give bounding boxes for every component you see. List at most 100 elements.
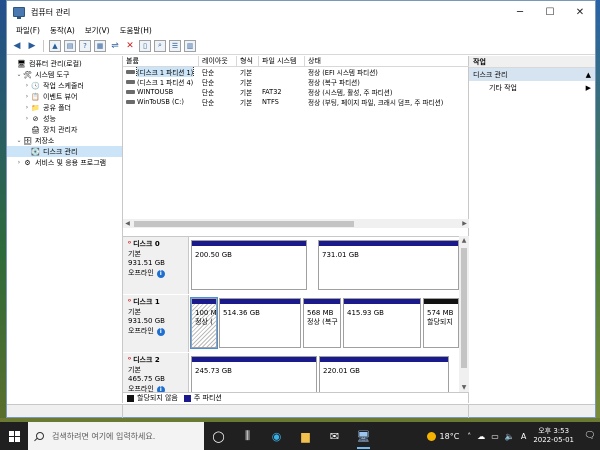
menu-action[interactable]: 동작(A) [45,25,80,36]
tree-item-event-viewer[interactable]: › 📋 이벤트 뷰어 [7,91,122,102]
forward-arrow-icon[interactable]: ▶ [26,40,38,52]
mail-icon[interactable]: ✉ [320,422,349,450]
list-view-icon[interactable]: ☰ [169,39,181,52]
start-button[interactable] [0,422,28,450]
close-button[interactable]: ✕ [565,1,595,23]
partition[interactable]: 514.36 GB [219,298,301,348]
table-row[interactable]: WinToUSB (C:) 단순 기본 NTFS 정상 (부팅, 페이지 파일,… [123,97,469,107]
column-header-type[interactable]: 형식 [237,56,259,66]
onedrive-icon[interactable]: ☁ [477,432,485,441]
volume-type: 기본 [240,79,253,87]
widgets-icon[interactable]: ⫼ [233,422,262,450]
volume-status: 정상 (시스템, 활성, 주 파티션) [308,89,393,97]
partition[interactable]: 100 M 정상 ( [190,297,218,349]
tree-item-computer-management-local[interactable]: 🖥 컴퓨터 관리(로컬) [7,58,122,69]
tree-item-device-manager[interactable]: 🖨 장치 관리자 [7,124,122,135]
properties-icon[interactable]: ▦ [94,39,106,52]
volume-name: (디스크 1 파티션 4) [137,79,194,87]
task-view-icon[interactable]: ◯ [204,422,233,450]
maximize-button[interactable]: ☐ [535,1,565,23]
partition-size: 100 M [195,309,217,317]
partition[interactable]: 731.01 GB [318,240,459,290]
column-header-status[interactable]: 상태 [305,56,469,66]
input-method-indicator[interactable]: A [521,432,526,441]
offline-indicator-icon: ⁰ [128,298,132,306]
scroll-down-icon[interactable]: ▼ [459,384,469,391]
title-bar[interactable]: 컴퓨터 관리 ─ ☐ ✕ [7,1,595,23]
info-icon[interactable]: i [156,269,165,278]
notification-icon[interactable]: 🗨 [580,431,600,441]
tree-item-disk-management[interactable]: 💽 디스크 관리 [7,146,122,157]
tree-item-system-tools[interactable]: ⌄ 🛠 시스템 도구 [7,69,122,80]
partition[interactable]: 220.01 GB [319,356,449,392]
tree-item-services-and-applications[interactable]: › ⚙ 서비스 및 응용 프로그램 [7,157,122,168]
scroll-right-icon[interactable]: ▶ [460,220,469,227]
scroll-up-icon[interactable]: ▲ [459,237,469,244]
unallocated-space[interactable]: 574 MB 할당되지 [423,298,459,348]
volume-file-system: FAT32 [262,88,282,96]
menu-file[interactable]: 파일(F) [11,25,45,36]
partition-color-bar [304,299,340,304]
chevron-down-icon[interactable]: ⌄ [15,71,23,78]
scrollbar-thumb[interactable] [134,220,354,227]
scroll-left-icon[interactable]: ◀ [123,220,132,227]
disk-kind: 기본 [128,249,141,258]
actions-section-disk-management[interactable]: 디스크 관리 ▲ [469,68,595,81]
table-row[interactable]: WINTOUSB 단순 기본 FAT32 정상 (시스템, 활성, 주 파티션) [123,87,469,97]
partition-color-bar [220,299,300,304]
file-explorer-icon[interactable]: ▆ [291,422,320,450]
tree-item-shared-folders[interactable]: › 📁 공유 폴더 [7,102,122,113]
chevron-right-icon[interactable]: › [23,82,31,89]
partition[interactable]: 245.73 GB [191,356,317,392]
chevron-up-icon[interactable]: ˄ [467,432,471,441]
help-icon[interactable]: ? [79,39,91,52]
column-header-volume[interactable]: 볼륨 [123,56,199,66]
new-document-icon[interactable]: ▯ [139,39,151,52]
tree-item-performance[interactable]: › ⊘ 성능 [7,113,122,124]
connect-icon[interactable]: ⇌ [109,40,121,52]
up-folder-icon[interactable]: ▲ [49,39,61,52]
volume-type: 기본 [240,89,253,97]
menu-help[interactable]: 도움말(H) [115,25,157,36]
computer-management-taskbar-icon[interactable]: 🖥 [349,422,378,450]
taskbar-search-box[interactable]: 검색하려면 여기에 입력하세요. [28,422,204,450]
partition[interactable]: 568 MB 정상 (복구 [303,298,341,348]
chevron-right-icon[interactable]: › [23,115,31,122]
action-more-actions[interactable]: 기타 작업 ▶ [469,81,595,94]
info-icon[interactable]: i [156,327,165,336]
delete-icon[interactable]: ✕ [124,40,136,52]
vertical-scrollbar[interactable]: ▲ ▼ [459,236,469,392]
chevron-right-icon[interactable]: › [23,104,31,111]
detail-view-icon[interactable]: ▥ [184,39,196,52]
scrollbar-thumb[interactable] [461,248,467,368]
taskbar: 검색하려면 여기에 입력하세요. ◯ ⫼ ◉ ▆ ✉ 🖥 18°C ˄ ☁ ▭ … [0,422,600,450]
edge-browser-icon[interactable]: ◉ [262,422,291,450]
partition[interactable]: 415.93 GB [343,298,421,348]
minimize-button[interactable]: ─ [505,1,535,23]
tree-item-storage[interactable]: ⌄ 🗄 저장소 [7,135,122,146]
horizontal-scrollbar[interactable]: ◀ ▶ [123,219,469,228]
tree-item-label: 서비스 및 응용 프로그램 [35,158,107,167]
clock[interactable]: 오후 3:53 2022-05-01 [533,427,574,445]
tree-item-task-scheduler[interactable]: › 🕓 작업 스케줄러 [7,80,122,91]
chevron-right-icon[interactable]: › [23,93,31,100]
network-icon[interactable]: ▭ [491,432,499,441]
table-row[interactable]: (디스크 1 파티션 4) 단순 기본 정상 (복구 파티션) [123,77,469,87]
disk-label[interactable]: ⁰ 디스크 0 기본 931.51 GB 오프라인 i [123,237,189,294]
menu-view[interactable]: 보기(V) [80,25,115,36]
partition[interactable]: 200.50 GB [191,240,307,290]
collapse-arrow-icon[interactable]: ▲ [586,71,591,79]
chevron-right-icon[interactable]: › [15,159,23,166]
weather-temperature[interactable]: 18°C [440,432,460,441]
column-header-layout[interactable]: 레이아웃 [199,56,237,66]
disk-label[interactable]: ⁰ 디스크 2 기본 465.75 GB 오프라인 i [123,353,189,392]
volume-icon[interactable]: 🔈 [505,432,515,441]
weather-sun-icon[interactable] [426,431,436,441]
column-header-file-system[interactable]: 파일 시스템 [259,56,305,66]
show-hide-tree-icon[interactable]: ▤ [64,39,76,52]
search-document-icon[interactable]: ⌕ [154,39,166,52]
chevron-down-icon[interactable]: ⌄ [15,137,23,144]
back-arrow-icon[interactable]: ◀ [11,40,23,52]
disk-label[interactable]: ⁰ 디스크 1 기본 931.50 GB 오프라인 i [123,295,189,352]
table-row[interactable]: (디스크 1 파티션 1) 단순 기본 정상 (EFI 시스템 파티션) [123,67,469,77]
